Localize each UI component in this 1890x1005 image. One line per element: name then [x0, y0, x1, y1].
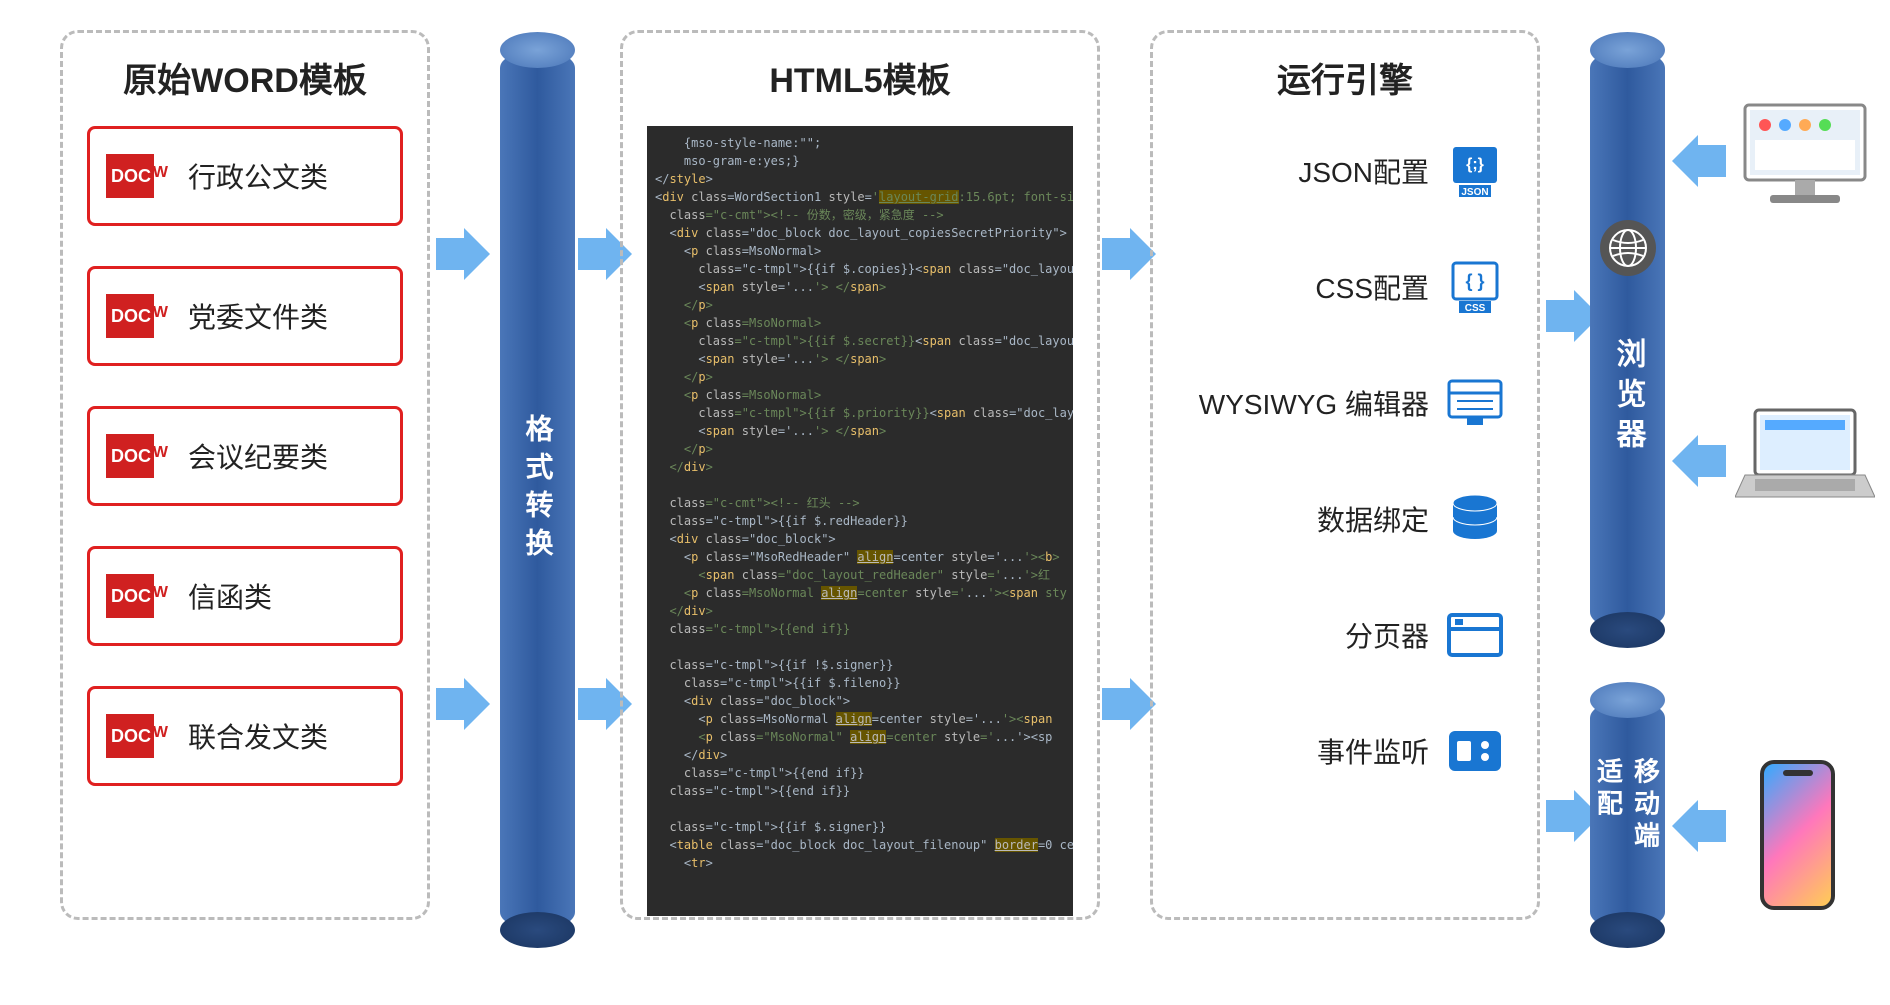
engine-label: 数据绑定 [1317, 499, 1429, 539]
engine-item: CSS配置 { } CSS [1177, 242, 1513, 332]
doc-label: 党委文件类 [188, 296, 328, 336]
doc-label: 联合发文类 [188, 716, 328, 756]
engine-item: 分页器 [1177, 590, 1513, 680]
arrow-icon [1672, 435, 1726, 487]
html5-template-panel: HTML5模板 {mso-style-name:""; mso-gram-e:y… [620, 30, 1100, 920]
word-title: 原始WORD模板 [87, 53, 403, 102]
globe-icon [1600, 220, 1656, 276]
mobile-adapter-cylinder: 移动端适配 [1590, 700, 1665, 930]
arrow-icon [1102, 228, 1156, 280]
engine-title: 运行引擎 [1177, 53, 1513, 102]
code-snippet: {mso-style-name:""; mso-gram-e:yes;} </s… [647, 126, 1073, 916]
engine-label: 事件监听 [1317, 731, 1429, 771]
doc-template-item: W 联合发文类 [87, 686, 403, 786]
paginator-icon [1447, 607, 1503, 663]
event-icon [1447, 723, 1503, 779]
format-conversion-cylinder: 格式转换 [500, 50, 575, 930]
editor-icon [1447, 375, 1503, 431]
doc-template-item: W 信函类 [87, 546, 403, 646]
arrow-icon [436, 678, 490, 730]
database-icon [1447, 491, 1503, 547]
css-icon: { } CSS [1447, 259, 1503, 315]
engine-label: JSON配置 [1298, 151, 1429, 191]
doc-icon: W [106, 294, 170, 338]
doc-label: 行政公文类 [188, 156, 328, 196]
smartphone-device-icon [1760, 760, 1835, 910]
browser-cylinder: 浏览器 [1590, 50, 1665, 630]
engine-label: WYSIWYG 编辑器 [1199, 383, 1429, 423]
engine-item: JSON配置 {;} JSON [1177, 126, 1513, 216]
engine-label: CSS配置 [1315, 267, 1429, 307]
html5-title: HTML5模板 [647, 53, 1073, 102]
engine-item: WYSIWYG 编辑器 [1177, 358, 1513, 448]
doc-icon: W [106, 434, 170, 478]
arrow-icon [1102, 678, 1156, 730]
svg-text:JSON: JSON [1461, 187, 1488, 197]
engine-label: 分页器 [1345, 615, 1429, 655]
arrow-icon [1672, 800, 1726, 852]
engine-item: 事件监听 [1177, 706, 1513, 796]
doc-label: 信函类 [188, 576, 272, 616]
arrow-icon [436, 228, 490, 280]
svg-text:{ }: { } [1465, 271, 1484, 291]
doc-label: 会议纪要类 [188, 436, 328, 476]
svg-text:{;}: {;} [1466, 156, 1484, 173]
doc-icon: W [106, 154, 170, 198]
convert-label: 格式转换 [518, 414, 558, 566]
doc-template-item: W 行政公文类 [87, 126, 403, 226]
laptop-device-icon [1735, 405, 1875, 505]
word-templates-panel: 原始WORD模板 W 行政公文类 W 党委文件类 W 会议纪要类 W 信函类 W 联合发文类 [60, 30, 430, 920]
doc-template-item: W 党委文件类 [87, 266, 403, 366]
doc-icon: W [106, 574, 170, 618]
json-icon: {;} JSON [1447, 143, 1503, 199]
runtime-engine-panel: 运行引擎 JSON配置 {;} JSON CSS配置 { } CSS WYSIWYG 编辑器… [1150, 30, 1540, 920]
doc-template-item: W 会议纪要类 [87, 406, 403, 506]
arrow-icon [1672, 135, 1726, 187]
mobile-label: 移动端适配 [1591, 758, 1665, 873]
engine-item: 数据绑定 [1177, 474, 1513, 564]
svg-text:CSS: CSS [1465, 303, 1486, 313]
desktop-device-icon [1740, 100, 1870, 210]
doc-icon: W [106, 714, 170, 758]
browser-label: 浏览器 [1606, 338, 1650, 458]
